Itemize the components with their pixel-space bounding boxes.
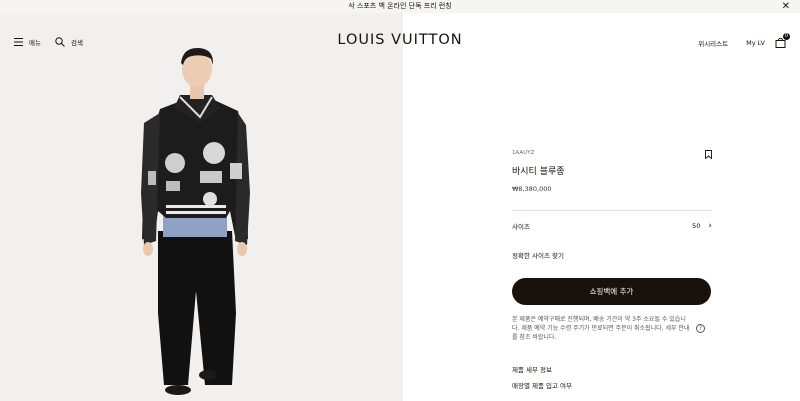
model-photo [0, 13, 403, 401]
help-icon[interactable]: ? [696, 324, 705, 333]
chevron-right-icon: › [708, 221, 712, 231]
site-header: 메뉴 검색 LOUIS VUITTON 위시리스트 My LV 0 [0, 13, 800, 71]
promo-banner[interactable]: 삭 스포츠 백 온라인 단독 프리 런칭 ✕ [0, 0, 800, 13]
preorder-notice: 본 제품은 예약구매로 진행되며, 배송 기간이 약 3주 소요될 수 있습니다… [512, 315, 712, 342]
bag-count-badge: 0 [783, 33, 790, 40]
product-name: 바시티 블루종 [512, 167, 565, 177]
promo-banner-text[interactable]: 삭 스포츠 백 온라인 단독 프리 런칭 [348, 2, 452, 10]
preorder-notice-text: 본 제품은 예약구매로 진행되며, 배송 기간이 약 3주 소요될 수 있습니다… [512, 316, 690, 341]
size-value: 50 [692, 222, 701, 230]
wishlist-link[interactable]: 위시리스트 [698, 38, 728, 48]
bookmark-icon[interactable] [705, 150, 712, 159]
header-right: 위시리스트 My LV 0 [680, 33, 790, 48]
divider [512, 210, 712, 211]
find-size-link[interactable]: 정확한 사이즈 찾기 [512, 250, 712, 260]
store-stock-link[interactable]: 매장별 제품 입고 여부 [512, 380, 712, 390]
size-value-group: 50 › [692, 221, 712, 231]
product-price: ₩8,380,000 [512, 185, 552, 193]
shopping-bag-button[interactable]: 0 [775, 33, 790, 48]
product-details-link[interactable]: 제품 세부 정보 [512, 364, 712, 374]
product-image[interactable] [0, 13, 403, 401]
size-label: 사이즈 [512, 223, 530, 231]
close-icon[interactable]: ✕ [782, 0, 790, 13]
mylv-link[interactable]: My LV [746, 39, 765, 47]
product-info-panel: 1AAUYZ 바시티 블루종 ₩8,380,000 사이즈 50 › 정확한 사… [512, 150, 712, 390]
add-to-cart-button[interactable]: 쇼핑백에 추가 [512, 278, 711, 305]
size-selector[interactable]: 사이즈 50 › [512, 221, 712, 232]
product-sku: 1AAUYZ [512, 150, 535, 156]
